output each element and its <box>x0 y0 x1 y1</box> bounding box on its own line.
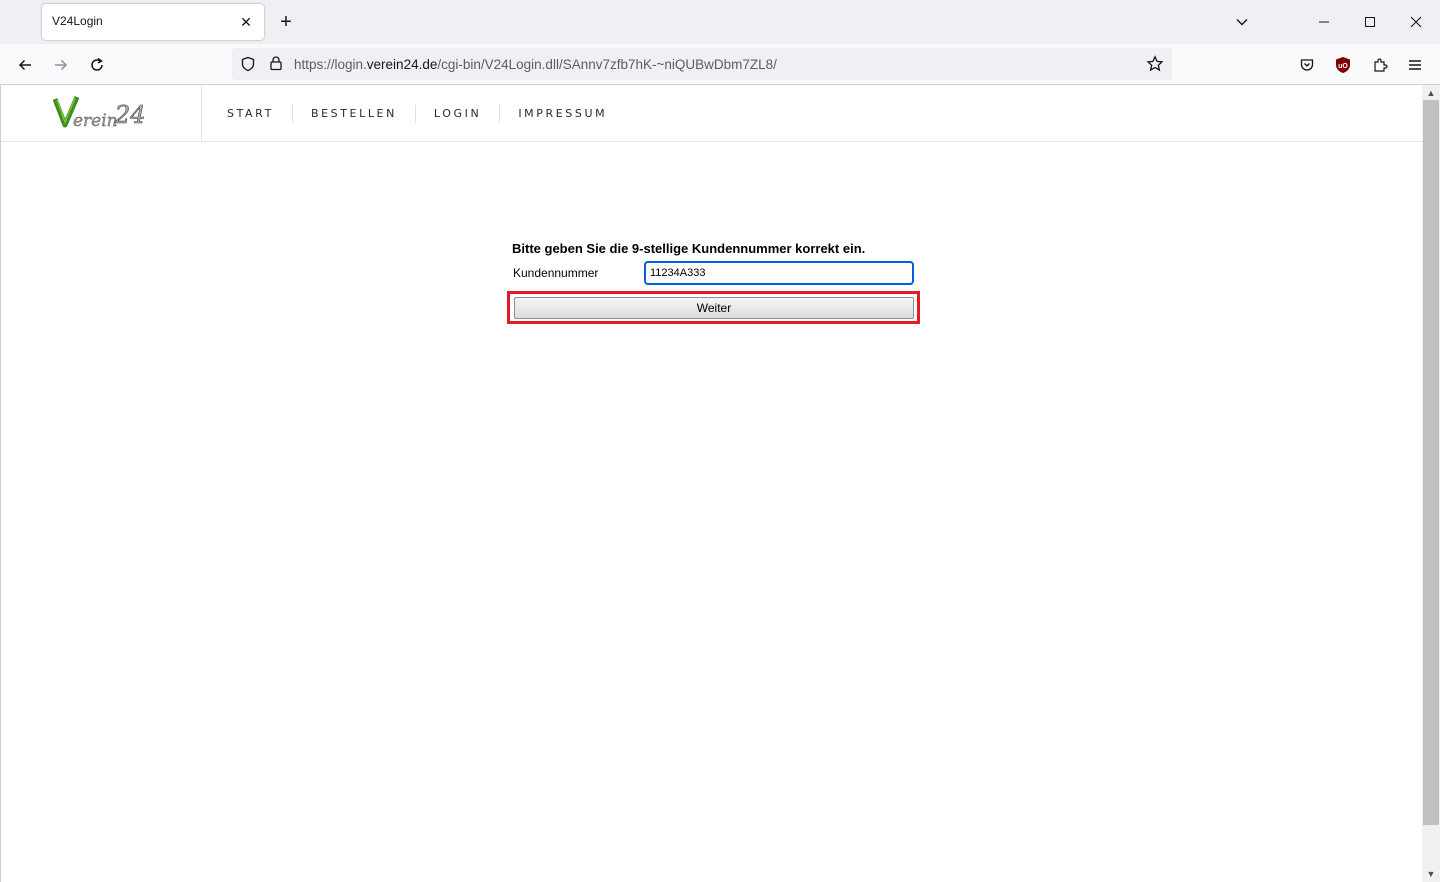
tab-bar: V24Login ✕ + <box>0 0 1440 44</box>
menu-icon[interactable] <box>1402 52 1428 78</box>
svg-text:uO: uO <box>1338 63 1348 70</box>
weiter-button[interactable]: Weiter <box>514 297 914 319</box>
vertical-scrollbar[interactable]: ▲ ▼ <box>1422 85 1440 882</box>
customer-number-label: Kundennummer <box>513 266 599 280</box>
nav-login[interactable]: LOGIN <box>414 105 499 123</box>
bookmark-star-icon[interactable] <box>1146 55 1164 78</box>
customer-number-input[interactable] <box>644 261 914 285</box>
svg-text:erein: erein <box>73 111 118 131</box>
pocket-icon[interactable] <box>1294 52 1320 78</box>
forward-icon[interactable] <box>48 52 74 78</box>
shield-icon[interactable] <box>240 56 256 77</box>
chevron-down-icon[interactable] <box>1230 10 1254 34</box>
lock-icon[interactable] <box>268 55 284 76</box>
close-tab-icon[interactable]: ✕ <box>236 12 256 32</box>
scroll-down-icon[interactable]: ▼ <box>1422 867 1440 881</box>
scroll-up-icon[interactable]: ▲ <box>1422 86 1440 100</box>
ublock-origin-icon[interactable]: uO <box>1330 52 1356 78</box>
customer-number-row: Kundennummer <box>512 261 916 285</box>
address-bar[interactable]: https://login.verein24.de/cgi-bin/V24Log… <box>232 48 1172 80</box>
tab-title: V24Login <box>52 14 103 28</box>
form-instruction: Bitte geben Sie die 9-stellige Kundennum… <box>512 241 866 256</box>
close-window-icon[interactable] <box>1393 0 1439 44</box>
site-navigation: START BESTELLEN LOGIN IMPRESSUM <box>209 105 625 123</box>
reload-icon[interactable] <box>84 52 110 78</box>
page-content: erein 24 START BESTELLEN LOGIN IMPRESSUM… <box>0 85 1423 882</box>
scrollbar-thumb[interactable] <box>1423 100 1439 825</box>
url-text: https://login.verein24.de/cgi-bin/V24Log… <box>294 57 777 72</box>
svg-text:24: 24 <box>114 101 146 129</box>
nav-bestellen[interactable]: BESTELLEN <box>291 105 415 123</box>
nav-impressum[interactable]: IMPRESSUM <box>499 105 625 123</box>
logo-area: erein 24 <box>1 85 202 141</box>
browser-tab[interactable]: V24Login ✕ <box>42 4 264 40</box>
site-header: erein 24 START BESTELLEN LOGIN IMPRESSUM <box>1 85 1423 142</box>
verein24-logo[interactable]: erein 24 <box>52 91 153 140</box>
navigation-toolbar: https://login.verein24.de/cgi-bin/V24Log… <box>0 44 1440 85</box>
minimize-icon[interactable] <box>1301 0 1347 44</box>
maximize-icon[interactable] <box>1347 0 1393 44</box>
extensions-icon[interactable] <box>1367 52 1393 78</box>
new-tab-icon[interactable]: + <box>274 10 298 34</box>
nav-start[interactable]: START <box>209 105 292 123</box>
back-icon[interactable] <box>12 52 38 78</box>
login-form: Bitte geben Sie die 9-stellige Kundennum… <box>512 241 916 285</box>
